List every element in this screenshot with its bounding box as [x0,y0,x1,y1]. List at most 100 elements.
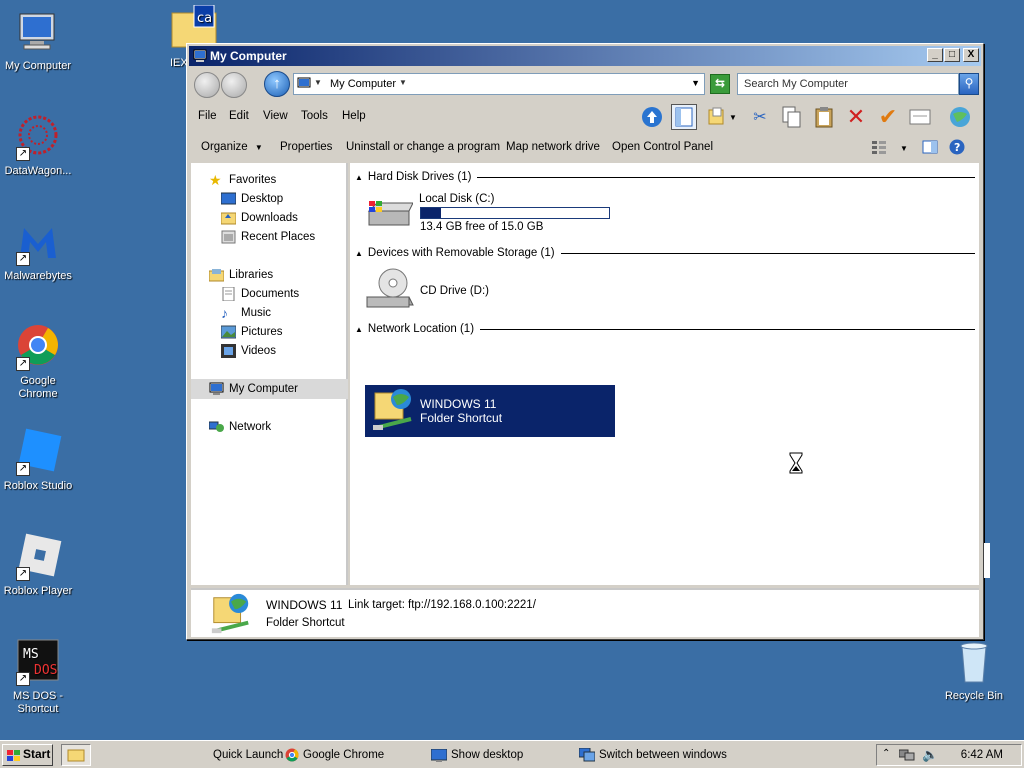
taskbar-explorer-button[interactable] [61,744,91,766]
start-button[interactable]: Start [2,744,53,766]
view-dropdown-icon[interactable]: ▼ [900,144,908,153]
desktop-icon-ms-dos[interactable]: MS DOS ↗ MS DOS - Shortcut [0,638,76,716]
group-header-hard-disks[interactable]: ▲ Hard Disk Drives (1) [355,171,975,183]
item-type: Folder Shortcut [420,411,503,425]
hard-drive-icon [365,197,414,232]
switch-windows-button[interactable]: Switch between windows [579,744,727,766]
nav-music[interactable]: ♪ Music [221,306,271,320]
nav-videos[interactable]: Videos [221,344,276,358]
datawagon-icon: ↗ [14,113,62,161]
title-bar[interactable]: My Computer _ □ X [189,46,981,66]
properties-button[interactable]: Properties [280,141,332,153]
background-window-edge [984,543,990,578]
command-bar: Organize ▼ Properties Uninstall or chang… [189,136,981,160]
collapse-icon[interactable]: ▲ [355,249,363,258]
chevron-down-icon: ▼ [254,143,263,152]
collapse-icon[interactable]: ▲ [355,325,363,334]
desktop-icon-roblox-player[interactable]: ↗ Roblox Player [0,533,76,598]
properties-check-icon[interactable]: ✔ [875,104,901,130]
network-shortcut-item[interactable]: WINDOWS 11 Folder Shortcut [365,385,615,437]
desktop-icon-google-chrome[interactable]: ↗ Google Chrome [0,323,76,401]
forward-button[interactable] [221,72,247,98]
nav-downloads[interactable]: Downloads [220,211,298,225]
group-header-removable[interactable]: ▲ Devices with Removable Storage (1) [355,247,975,259]
copy-icon[interactable] [779,104,805,130]
network-folder-icon [371,387,415,436]
menu-file[interactable]: File [198,110,217,122]
desktop-icon-label: DataWagon... [4,165,72,177]
taskbar-chrome-button[interactable]: Google Chrome [285,744,384,766]
back-button[interactable] [194,72,220,98]
maximize-button[interactable]: □ [944,48,960,62]
details-link-target: ftp://192.168.0.100:2221/ [408,599,536,611]
taskbar: Start Quick Launch Google Chrome Show de… [0,740,1024,768]
desktop-icon-datawagon[interactable]: ↗ DataWagon... [0,113,76,178]
menu-view[interactable]: View [263,110,288,122]
shortcut-arrow-icon: ↗ [16,462,30,476]
menu-tools[interactable]: Tools [301,110,328,122]
svg-text:?: ? [954,141,960,154]
group-header-network-location[interactable]: ▲ Network Location (1) [355,323,975,335]
close-button[interactable]: X [963,48,979,62]
breadcrumb-chevron-icon[interactable]: ▼ [314,78,322,87]
up-button[interactable]: ↑ [264,71,290,97]
music-icon: ♪ [221,305,228,321]
search-icon[interactable]: ⚲ [959,73,979,95]
svg-text:ca: ca [197,11,212,26]
folders-pane-icon[interactable] [671,104,697,130]
roblox-studio-icon: ↗ [14,428,62,476]
desktop-icon-malwarebytes[interactable]: ↗ Malwarebytes [0,218,76,283]
menu-edit[interactable]: Edit [229,110,249,122]
nav-recent-places[interactable]: Recent Places [221,230,315,244]
up-folder-icon[interactable] [639,104,665,130]
show-desktop-button[interactable]: Show desktop [431,744,523,766]
desktop-icon-recycle-bin[interactable]: Recycle Bin [936,638,1012,703]
cd-drive-item[interactable]: CD Drive (D:) [365,267,625,317]
computer-icon [193,49,207,63]
local-disk-item[interactable]: Local Disk (C:) 13.4 GB free of 15.0 GB [365,193,625,233]
nav-desktop[interactable]: Desktop [220,192,283,206]
search-input[interactable]: Search My Computer [737,73,959,95]
breadcrumb-chevron-icon[interactable]: ▼ [399,78,407,87]
uninstall-program-button[interactable]: Uninstall or change a program [346,141,500,153]
open-control-panel-button[interactable]: Open Control Panel [612,141,713,153]
volume-icon[interactable]: 🔈 [922,747,938,763]
address-bar[interactable]: ▼ My Computer ▼ ▼ [293,73,705,95]
nav-favorites[interactable]: ★ Favorites [209,173,276,187]
globe-icon[interactable] [947,104,973,130]
videos-icon [221,344,236,358]
nav-libraries[interactable]: Libraries [208,268,273,282]
help-icon[interactable]: ? [949,139,965,158]
refresh-button[interactable]: ⇆ [710,74,730,94]
navigation-pane: ★ Favorites Desktop Downloads Recent Pla… [191,163,348,585]
content-pane: ▲ Hard Disk Drives (1) Local Disk (C:) 1… [350,163,979,585]
recent-places-icon [221,230,236,244]
menu-help[interactable]: Help [342,110,366,122]
address-dropdown-icon[interactable]: ▼ [691,78,700,88]
address-value[interactable]: My Computer [330,78,396,90]
nav-network[interactable]: Network [208,420,271,434]
desktop-icon-my-computer[interactable]: My Computer [0,8,76,73]
nav-documents[interactable]: Documents [221,286,299,302]
delete-icon[interactable]: ✕ [843,104,869,130]
cut-icon[interactable]: ✂ [747,104,773,130]
map-network-drive-button[interactable]: Map network drive [506,141,600,153]
collapse-icon[interactable]: ▲ [355,173,363,182]
preview-pane-icon[interactable] [922,139,938,158]
paste-icon[interactable] [811,104,837,130]
nav-my-computer[interactable]: My Computer [209,382,298,396]
network-tray-icon[interactable] [898,748,915,765]
downloads-folder-icon [220,211,237,225]
nav-pictures[interactable]: Pictures [220,325,283,339]
views-dropdown-icon[interactable]: ▼ [727,104,739,130]
desktop-icon-roblox-studio[interactable]: ↗ Roblox Studio [0,428,76,493]
desktop-icon-label: My Computer [4,60,72,72]
clock[interactable]: 6:42 AM [961,749,1003,761]
details-pane: WINDOWS 11 Link target: ftp://192.168.0.… [191,588,979,637]
minimize-button[interactable]: _ [927,48,943,62]
change-view-icon[interactable] [871,139,887,158]
address-toolbar: ↑ ▼ My Computer ▼ ▼ ⇆ Search My Computer… [189,68,981,100]
chevron-up-icon[interactable]: ⌃ [882,748,890,759]
mail-icon[interactable] [907,104,933,130]
organize-button[interactable]: Organize ▼ [201,141,263,153]
